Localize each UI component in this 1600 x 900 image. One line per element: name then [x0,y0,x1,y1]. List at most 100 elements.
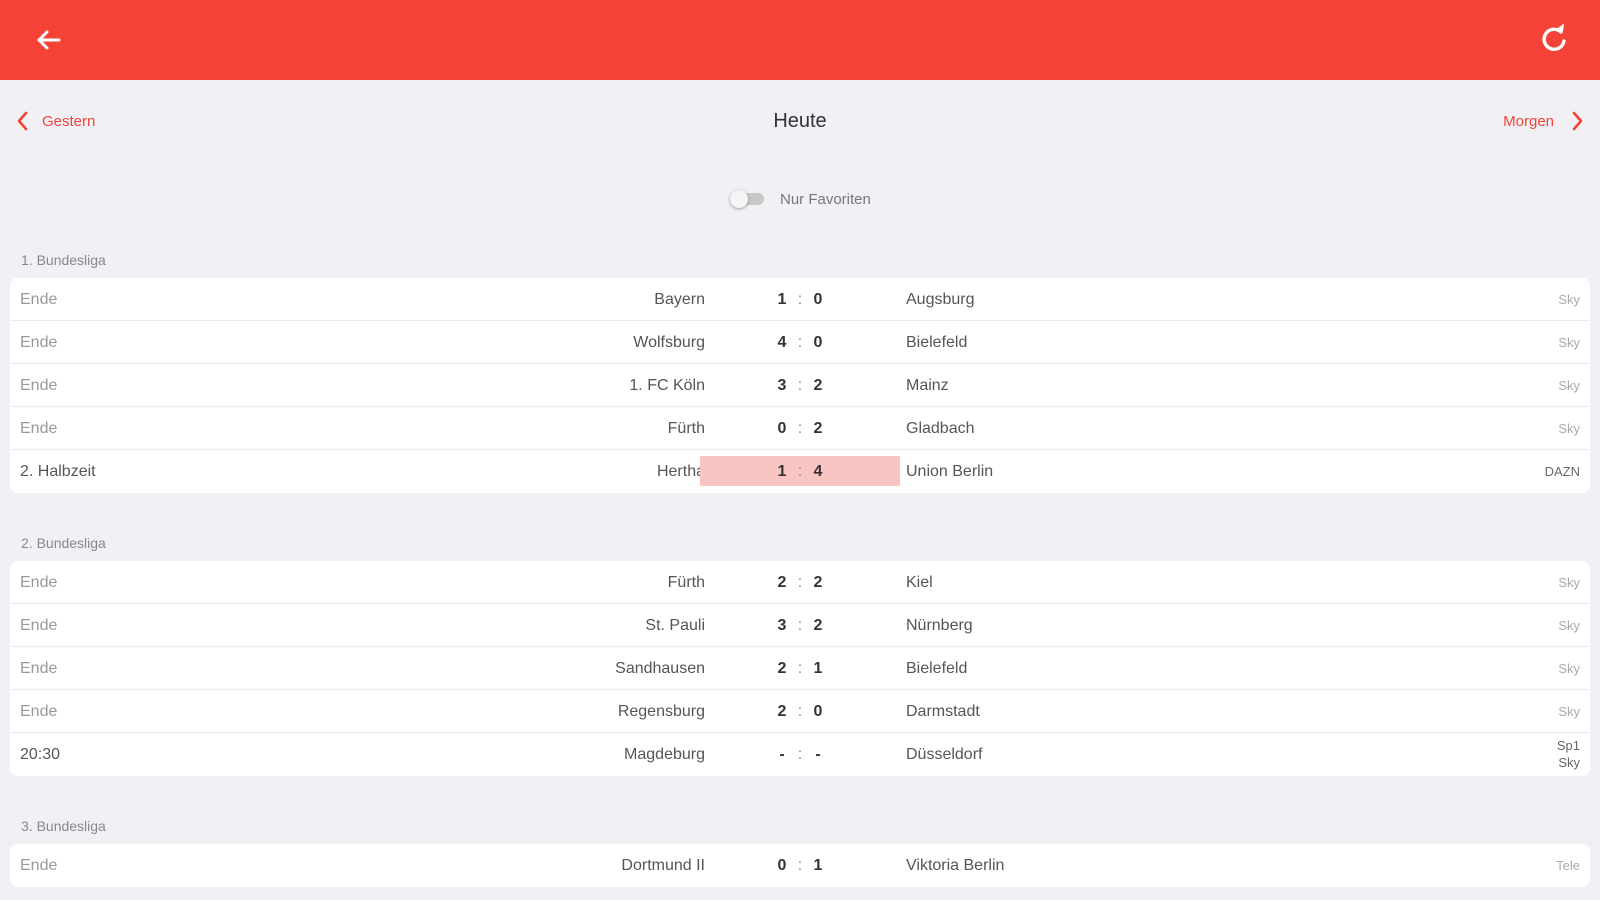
back-arrow-icon[interactable] [30,22,66,58]
favorites-switch[interactable] [730,190,766,208]
chevron-left-icon [17,111,28,131]
match-row[interactable]: 2. Halbzeit Hertha 1:4 Union Berlin DAZN [10,450,1590,493]
home-team: Regensburg [617,703,705,720]
tv-channel-label: Sky [1558,292,1580,307]
tv-channel-label: Sky [1558,378,1580,393]
tv-channel: Tele [1556,858,1580,873]
away-team: Gladbach [906,420,975,437]
score: -:- [700,739,900,769]
tv-channel: Sky [1558,704,1580,719]
league-card: Ende Fürth 2:2 Kiel Sky Ende St. Pauli 3:2 Nürnb… [10,561,1590,776]
away-team: Kiel [906,574,933,591]
home-team: Wolfsburg [633,334,705,351]
home-score: - [779,746,785,763]
away-score: 4 [813,463,823,480]
away-team: Mainz [906,377,949,394]
match-status: Ende [20,660,58,677]
tv-channel: Sky [1558,335,1580,350]
away-score: 1 [813,660,823,677]
home-team: Sandhausen [615,660,705,677]
league-card: Ende Bayern 1:0 Augsburg Sky Ende Wolfsburg 4:0… [10,278,1590,493]
home-score: 2 [777,574,787,591]
next-day-button[interactable]: Morgen [1503,110,1586,132]
tv-channel-label: DAZN [1544,464,1580,479]
home-score: 1 [777,291,787,308]
away-team: Nürnberg [906,617,973,634]
score-separator: : [797,660,803,677]
home-score: 2 [777,660,787,677]
date-navigation: Heute Gestern Morgen [0,100,1600,144]
tv-channel-label: Sky [1558,661,1580,676]
score: 3:2 [700,610,900,640]
match-row[interactable]: 20:30 Magdeburg -: - Düsseldorf Sp1 Sky [10,733,1590,776]
away-score: - [815,746,821,763]
away-team: Darmstadt [906,703,980,720]
home-team: Dortmund II [621,857,705,874]
tv-channel-label-secondary: Sky [1558,755,1580,770]
match-row[interactable]: Ende Fürth 0:2 Gladbach Sky [10,407,1590,450]
away-team: Bielefeld [906,660,968,677]
match-row[interactable]: Ende Bayern 1:0 Augsburg Sky [10,278,1590,321]
match-status: Ende [20,377,58,394]
match-row[interactable]: Ende Regensburg 2:0 Darmstadt Sky [10,690,1590,733]
next-day-label: Morgen [1503,112,1554,130]
league-title: 2. Bundesliga [21,535,106,551]
live-score: 1:4 [700,456,900,486]
home-score: 3 [777,617,787,634]
league-card: Ende Dortmund II 0:1 Viktoria Berlin Tele [10,844,1590,887]
match-status: Ende [20,857,58,874]
away-team: Augsburg [906,291,975,308]
tv-channel-label: Sky [1558,618,1580,633]
score-separator: : [797,857,803,874]
score: 4:0 [700,327,900,357]
favorites-toggle[interactable]: Nur Favoriten [730,190,871,208]
refresh-icon[interactable] [1534,20,1574,60]
match-status: Ende [20,574,58,591]
previous-day-label: Gestern [42,112,96,130]
away-score: 2 [813,574,823,591]
tv-channel-label: Sky [1558,704,1580,719]
away-score: 0 [813,703,823,720]
tv-channel-label: Sky [1558,575,1580,590]
switch-thumb [730,190,748,208]
away-score: 2 [813,617,823,634]
score: 0:2 [700,413,900,443]
away-score: 0 [813,291,823,308]
away-score: 1 [813,857,823,874]
tv-channel: DAZN [1545,464,1580,479]
league-title: 3. Bundesliga [21,818,106,834]
match-status: Ende [20,703,58,720]
home-score: 3 [777,377,787,394]
match-row[interactable]: Ende Fürth 2:2 Kiel Sky [10,561,1590,604]
match-row[interactable]: Ende Sandhausen 2:1 Bielefeld Sky [10,647,1590,690]
score-separator: : [797,703,803,720]
home-team: St. Pauli [645,617,705,634]
match-status: Ende [20,291,58,308]
tv-channel: Sky [1558,421,1580,436]
app-bar [0,0,1600,80]
score: 0:1 [700,850,900,880]
score-separator: : [797,291,803,308]
away-score: 2 [813,377,823,394]
chevron-right-icon [1572,111,1583,131]
match-row[interactable]: Ende 1. FC Köln 3:2 Mainz Sky [10,364,1590,407]
favorites-toggle-label: Nur Favoriten [780,190,871,208]
away-score: 2 [813,420,823,437]
tv-channel-label: Tele [1556,858,1580,873]
match-row[interactable]: Ende Dortmund II 0:1 Viktoria Berlin Tele [10,844,1590,887]
match-status: Ende [20,617,58,634]
tv-channel: Sp1 Sky [1557,737,1580,771]
score-separator: : [797,463,803,480]
tv-channel-label: Sp1 [1556,738,1580,753]
match-row[interactable]: Ende Wolfsburg 4:0 Bielefeld Sky [10,321,1590,364]
home-score: 2 [777,703,787,720]
score: 2:1 [700,653,900,683]
home-score: 1 [777,463,787,480]
match-row[interactable]: Ende St. Pauli 3:2 Nürnberg Sky [10,604,1590,647]
home-team: Bayern [654,291,705,308]
previous-day-button[interactable]: Gestern [14,110,95,132]
page-title: Heute [773,110,827,132]
score: 2:2 [700,567,900,597]
home-score: 0 [777,420,787,437]
tv-channel: Sky [1558,292,1580,307]
